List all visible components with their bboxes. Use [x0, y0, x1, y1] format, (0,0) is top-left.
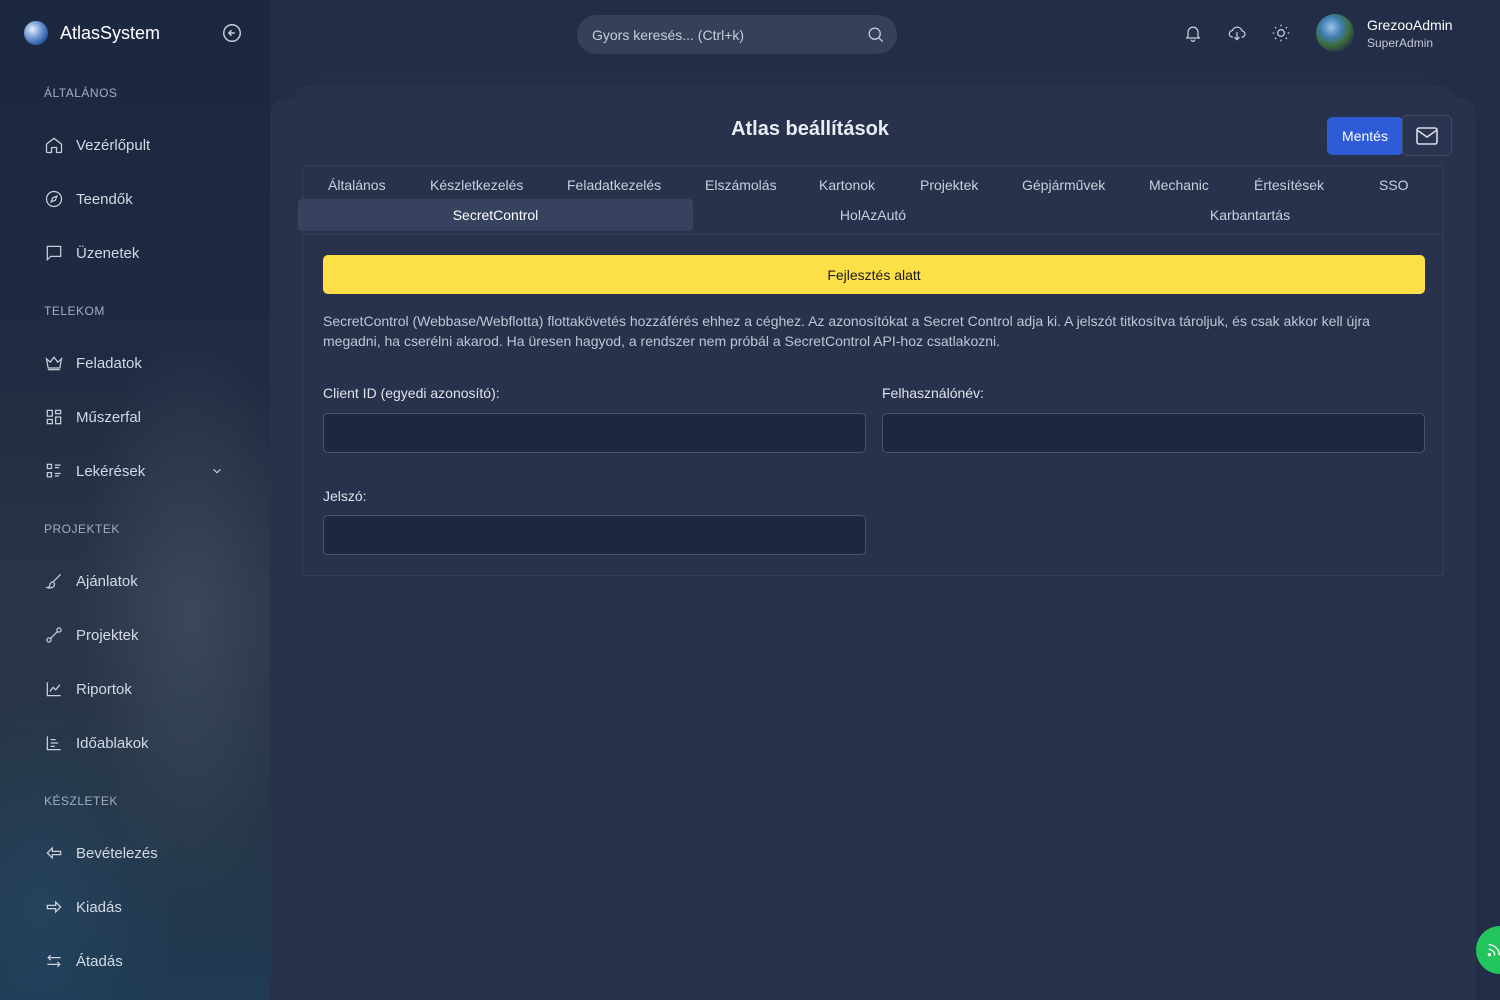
- sidebar-item-atadas[interactable]: Átadás: [44, 947, 234, 975]
- user-role: SuperAdmin: [1367, 36, 1434, 50]
- section-label-projektek: PROJEKTEK: [44, 522, 120, 536]
- sidebar-item-ajanlatok[interactable]: Ajánlatok: [44, 567, 234, 595]
- save-button[interactable]: Mentés: [1327, 117, 1403, 155]
- sidebar-item-idoablakok[interactable]: Időablakok: [44, 729, 234, 757]
- tab-feladatkezeles[interactable]: Feladatkezelés: [567, 177, 661, 193]
- sidebar-item-label: Lekérések: [76, 462, 146, 480]
- dashboard-icon: [46, 409, 62, 425]
- globe-logo-icon: [24, 21, 48, 45]
- sidebar-item-label: Projektek: [76, 626, 139, 644]
- message-icon: [46, 245, 62, 262]
- tab-elszamolas[interactable]: Elszámolás: [705, 177, 777, 193]
- rss-icon: [1487, 944, 1500, 957]
- sidebar: AtlasSystem ÁLTALÁNOS Vezérlőpult Teendő…: [0, 0, 270, 1000]
- sidebar-item-label: Feladatok: [76, 354, 142, 372]
- tab-holazauto[interactable]: HolAzAutó: [693, 199, 1053, 231]
- password-input[interactable]: [323, 515, 866, 555]
- secretcontrol-description: SecretControl (Webbase/Webflotta) flotta…: [323, 313, 1370, 349]
- sidebar-item-projektek[interactable]: Projektek: [44, 621, 234, 649]
- sidebar-item-label: Vezérlőpult: [76, 136, 151, 154]
- tab-altalanos[interactable]: Általános: [328, 177, 386, 193]
- tab-kartonok[interactable]: Kartonok: [819, 177, 875, 193]
- rss-feed-button[interactable]: [1476, 926, 1500, 974]
- page-title: Atlas beállítások: [731, 118, 889, 140]
- swap-icon: [47, 954, 61, 968]
- mail-button[interactable]: [1402, 115, 1452, 156]
- list-icon: [46, 463, 61, 478]
- under-development-banner: Fejlesztés alatt: [323, 255, 1425, 294]
- search-bar: [577, 15, 897, 54]
- sidebar-item-feladatok[interactable]: Feladatok: [44, 349, 234, 377]
- collapse-sidebar-icon[interactable]: [221, 22, 243, 44]
- section-label-keszletek: KÉSZLETEK: [44, 794, 118, 808]
- home-icon: [45, 137, 63, 154]
- tab-keszletkezeles[interactable]: Készletkezelés: [430, 177, 523, 193]
- sidebar-item-muszerfal[interactable]: Műszerfal: [44, 403, 234, 431]
- user-name[interactable]: GrezooAdmin: [1367, 17, 1453, 33]
- mail-icon: [1416, 126, 1438, 145]
- chart-icon: [46, 682, 61, 697]
- tab-ertesitesek[interactable]: Értesítések: [1254, 177, 1324, 193]
- brush-icon: [45, 573, 62, 589]
- avatar[interactable]: [1316, 14, 1354, 52]
- username-label: Felhasználónév:: [882, 385, 984, 401]
- search-icon[interactable]: [866, 25, 885, 44]
- search-input[interactable]: [592, 26, 852, 43]
- brand[interactable]: AtlasSystem: [24, 20, 160, 46]
- sun-icon[interactable]: [1271, 23, 1291, 43]
- brand-name: AtlasSystem: [60, 22, 161, 43]
- sidebar-item-label: Ajánlatok: [76, 572, 138, 590]
- tab-secretcontrol[interactable]: SecretControl: [298, 199, 693, 231]
- sidebar-item-label: Átadás: [76, 952, 123, 970]
- tab-mechanic[interactable]: Mechanic: [1149, 177, 1209, 193]
- sidebar-item-label: Üzenetek: [76, 244, 140, 262]
- sidebar-item-lekeresek[interactable]: Lekérések: [44, 457, 234, 485]
- password-label: Jelszó:: [323, 488, 367, 504]
- sidebar-item-uzenetek[interactable]: Üzenetek: [44, 239, 234, 267]
- client-id-label: Client ID (egyedi azonosító):: [323, 385, 500, 401]
- sidebar-item-label: Műszerfal: [76, 408, 142, 426]
- sidebar-item-label: Teendők: [76, 190, 133, 208]
- cloud-download-icon[interactable]: [1227, 23, 1247, 43]
- sidebar-item-bevetelezes[interactable]: Bevételezés: [44, 839, 234, 867]
- sidebar-item-riportok[interactable]: Riportok: [44, 675, 234, 703]
- tab-gepjarmuvek[interactable]: Gépjárművek: [1022, 177, 1105, 193]
- section-label-telekom: TELEKOM: [44, 304, 105, 318]
- sidebar-item-vezerlopult[interactable]: Vezérlőpult: [44, 131, 234, 159]
- sidebar-item-label: Időablakok: [76, 734, 149, 752]
- sidebar-item-label: Bevételezés: [76, 844, 158, 862]
- arrow-right-icon: [46, 900, 62, 914]
- sidebar-item-kiadas[interactable]: Kiadás: [44, 893, 234, 921]
- client-id-input[interactable]: [323, 413, 866, 453]
- chevron-down-icon[interactable]: [210, 464, 224, 478]
- sidebar-item-teendok[interactable]: Teendők: [44, 185, 234, 213]
- bell-icon[interactable]: [1183, 23, 1203, 43]
- timeline-icon: [46, 736, 61, 751]
- section-label-altalanos: ÁLTALÁNOS: [44, 86, 118, 100]
- tab-projektek[interactable]: Projektek: [920, 177, 978, 193]
- sidebar-item-label: Kiadás: [76, 898, 122, 916]
- compass-icon: [45, 190, 63, 208]
- username-input[interactable]: [882, 413, 1425, 453]
- arrow-left-icon: [46, 846, 62, 860]
- route-icon: [46, 627, 62, 643]
- tab-karbantartas[interactable]: Karbantartás: [1070, 199, 1430, 231]
- tab-sso[interactable]: SSO: [1379, 177, 1409, 193]
- crown-icon: [45, 356, 63, 371]
- sidebar-item-label: Riportok: [76, 680, 132, 698]
